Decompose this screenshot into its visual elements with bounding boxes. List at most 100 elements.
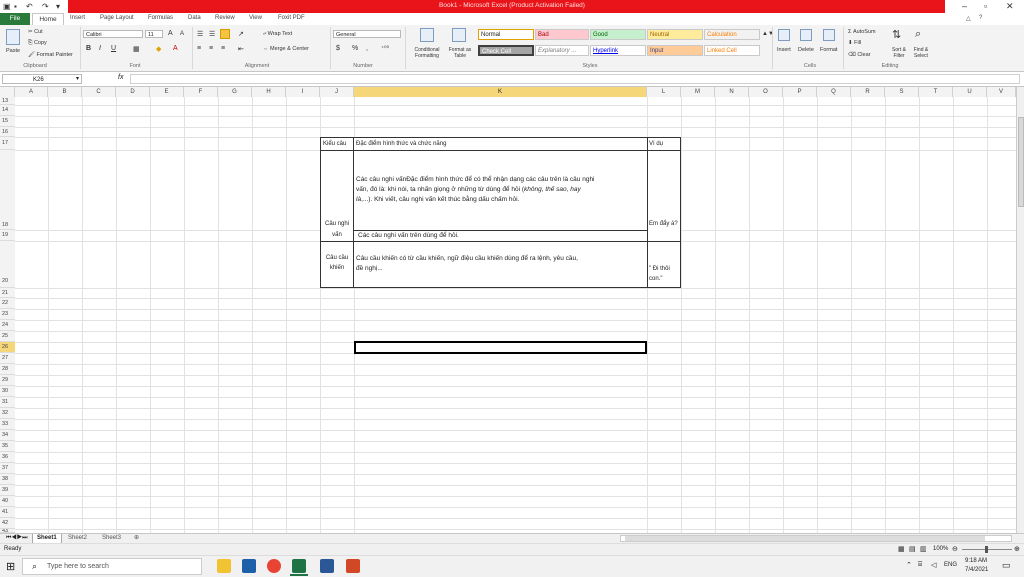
insert-sheet-icon[interactable]: ⊕ — [130, 534, 143, 543]
font-size-combo[interactable]: 11 — [145, 30, 163, 38]
shrink-font-button[interactable]: A — [180, 31, 184, 37]
notification-icon[interactable]: ▭ — [1002, 560, 1011, 571]
chrome-icon[interactable] — [267, 559, 281, 573]
zoom-in-icon[interactable]: ⊕ — [1014, 545, 1020, 553]
zoom-level[interactable]: 100% — [933, 546, 948, 552]
style-input[interactable]: Input — [647, 45, 703, 56]
style-normal[interactable]: Normal — [478, 29, 534, 40]
font-color-icon[interactable]: A — [173, 45, 178, 52]
worksheet-grid[interactable]: Kiểu câu Đặc điểm hình thức và chức năng… — [15, 97, 1016, 533]
column-header[interactable]: R — [851, 87, 885, 97]
row-header[interactable]: 17 — [0, 137, 15, 150]
insert-cells-icon[interactable] — [778, 29, 790, 41]
tab-data[interactable]: Data — [188, 15, 201, 21]
row-header[interactable]: 19 — [0, 230, 15, 241]
column-header[interactable]: P — [783, 87, 817, 97]
row-header[interactable]: 30 — [0, 386, 15, 397]
currency-button[interactable]: $ — [336, 45, 340, 52]
row-header[interactable]: 29 — [0, 375, 15, 386]
column-header[interactable]: G — [218, 87, 252, 97]
tab-file[interactable]: File — [0, 13, 30, 25]
row-header[interactable]: 13 — [0, 97, 15, 105]
windows-start-icon[interactable]: ⊞ — [6, 560, 15, 573]
paste-button[interactable]: Paste — [6, 48, 20, 54]
column-header[interactable]: H — [252, 87, 286, 97]
align-right-icon[interactable]: ≡ — [221, 45, 225, 52]
volume-icon[interactable]: ◁ — [931, 561, 936, 569]
row-header[interactable]: 35 — [0, 441, 15, 452]
align-center-icon[interactable]: ≡ — [209, 45, 213, 52]
column-header[interactable]: C — [82, 87, 116, 97]
row-header[interactable]: 23 — [0, 309, 15, 320]
taskbar-search-input[interactable]: Type here to search — [22, 558, 202, 575]
language-indicator[interactable]: ENG — [944, 562, 957, 568]
row-header[interactable]: 28 — [0, 364, 15, 375]
tab-foxit-pdf[interactable]: Foxit PDF — [278, 15, 305, 21]
minimize-ribbon-icon[interactable]: △ — [966, 15, 971, 22]
conditional-formatting-button[interactable]: Conditional Formatting — [410, 47, 444, 59]
select-all-corner[interactable] — [0, 87, 15, 97]
row-header[interactable]: 32 — [0, 408, 15, 419]
clear-button[interactable]: ⌫ Clear — [848, 52, 870, 58]
row-header[interactable]: 42 — [0, 518, 15, 529]
align-bottom-icon[interactable] — [220, 29, 230, 39]
indent-icon[interactable]: ⇤ — [238, 45, 244, 53]
number-format-combo[interactable]: General — [333, 30, 401, 38]
align-top-icon[interactable]: ☰ — [197, 30, 203, 38]
sort-filter-button[interactable]: Sort & Filter — [888, 47, 910, 59]
name-box-dropdown-icon[interactable]: ▾ — [76, 75, 79, 82]
style-calculation[interactable]: Calculation — [704, 29, 760, 40]
zoom-slider-thumb[interactable] — [985, 546, 988, 553]
column-header[interactable]: N — [715, 87, 749, 97]
row-header[interactable]: 15 — [0, 116, 15, 127]
style-good[interactable]: Good — [590, 29, 646, 40]
column-header[interactable]: L — [647, 87, 681, 97]
row-header[interactable]: 31 — [0, 397, 15, 408]
row-header[interactable]: 33 — [0, 419, 15, 430]
tab-review[interactable]: Review — [215, 15, 235, 21]
zoom-out-icon[interactable]: ⊖ — [952, 545, 958, 553]
comma-button[interactable]: , — [366, 45, 368, 52]
column-header[interactable]: A — [15, 87, 48, 97]
wrap-text-button[interactable]: ⤶ Wrap Text — [263, 31, 292, 38]
table-cell[interactable] — [647, 150, 681, 242]
name-box[interactable]: K26 — [2, 74, 82, 84]
insert-button[interactable]: Insert — [777, 47, 791, 53]
italic-button[interactable]: I — [99, 45, 101, 52]
percent-button[interactable]: % — [352, 45, 358, 52]
tray-chevron-icon[interactable]: ⌃ — [906, 561, 912, 569]
column-header[interactable]: S — [885, 87, 919, 97]
row-header[interactable]: 14 — [0, 105, 15, 116]
word-icon[interactable] — [320, 559, 334, 573]
column-header[interactable]: E — [150, 87, 184, 97]
tab-formulas[interactable]: Formulas — [148, 15, 173, 21]
style-explanatory[interactable]: Explanatory ... — [535, 45, 589, 56]
format-table-icon[interactable] — [452, 28, 466, 42]
borders-icon[interactable]: ▦ — [133, 45, 140, 53]
column-header[interactable]: O — [749, 87, 783, 97]
merge-center-button[interactable]: ⇔ Merge & Center — [263, 46, 309, 52]
row-header[interactable]: 24 — [0, 320, 15, 331]
style-neutral[interactable]: Neutral — [647, 29, 703, 40]
row-header[interactable]: 27 — [0, 353, 15, 364]
column-header[interactable]: T — [919, 87, 953, 97]
vertical-scroll-thumb[interactable] — [1018, 117, 1024, 207]
network-icon[interactable]: ⌸ — [918, 561, 922, 569]
row-header[interactable]: 34 — [0, 430, 15, 441]
column-header[interactable]: D — [116, 87, 150, 97]
column-header[interactable]: Q — [817, 87, 851, 97]
format-table-button[interactable]: Format as Table — [446, 47, 474, 59]
close-button[interactable]: ✕ — [1006, 1, 1014, 12]
row-header-selected[interactable]: 26 — [0, 342, 15, 353]
row-header[interactable]: 40 — [0, 496, 15, 507]
formula-input[interactable] — [130, 74, 1020, 84]
row-header[interactable]: 20 — [0, 241, 15, 288]
align-left-icon[interactable]: ≡ — [197, 45, 201, 52]
horizontal-scroll-thumb[interactable] — [625, 536, 985, 541]
mail-icon[interactable] — [242, 559, 256, 573]
sheet-nav-icon[interactable]: ⏮◀▶⏭ — [2, 534, 32, 543]
clock-date[interactable]: 7/4/2021 — [965, 567, 988, 573]
cut-button[interactable]: ✂ Cut — [28, 29, 43, 35]
align-middle-icon[interactable]: ☰ — [209, 30, 215, 38]
decimal-icon[interactable]: ⁺⁰⁰ — [381, 45, 389, 52]
